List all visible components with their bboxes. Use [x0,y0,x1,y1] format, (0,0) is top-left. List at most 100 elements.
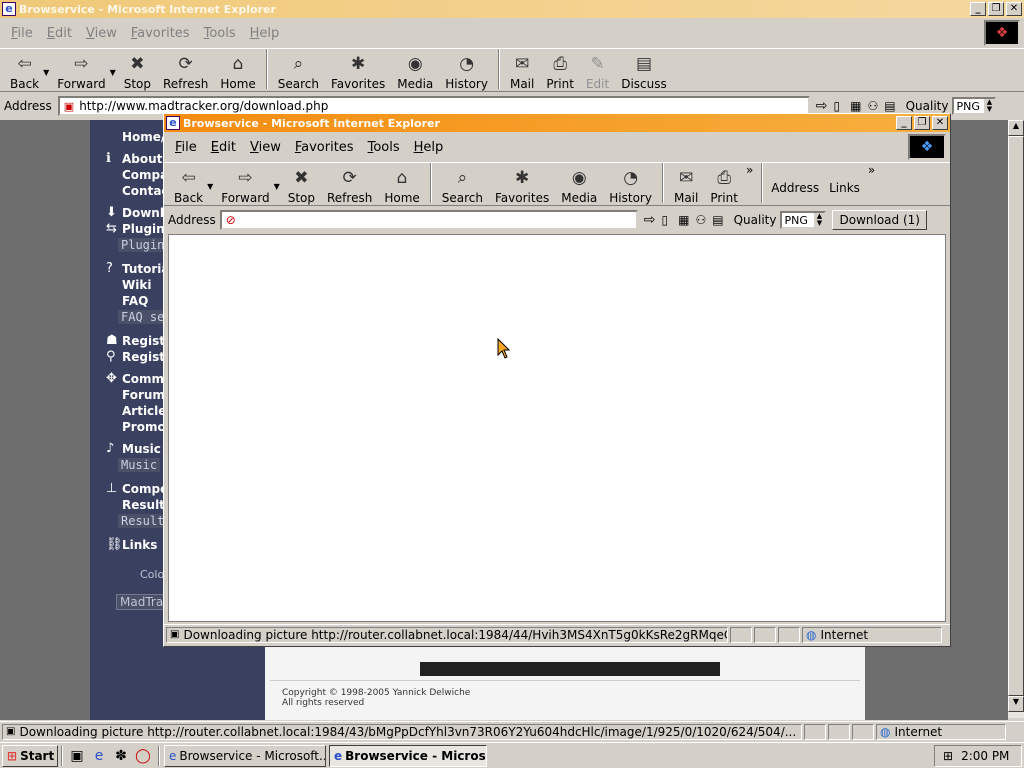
outer-titlebar[interactable]: e Browservice - Microsoft Internet Explo… [0,0,1024,18]
spin-icon[interactable]: ▲ ▼ [984,99,995,113]
history-button[interactable]: ◔ History [603,161,658,205]
menu-view[interactable]: View [243,140,288,155]
favorites-button[interactable]: ✱ Favorites [325,47,391,91]
print-button[interactable]: ⎙ Print [540,47,580,91]
links-toolbar-link[interactable]: Links [829,181,860,195]
mail-button[interactable]: ✉ Mail [668,161,704,205]
bookmark-icon[interactable]: ▯ [834,99,841,113]
sidebar-link[interactable]: Compa [122,168,168,182]
binoculars-icon[interactable]: ▦ [678,213,689,227]
mail-button[interactable]: ✉ Mail [504,47,540,91]
close-button[interactable]: ✕ [1006,2,1022,16]
media-button[interactable]: ◉ Media [391,47,439,91]
menu-edit[interactable]: Edit [204,140,243,155]
sidebar-search-field[interactable]: Result [118,514,168,528]
sidebar-link[interactable]: Music [122,442,161,456]
menu-favorites[interactable]: Favorites [124,26,197,41]
clipboard-icon[interactable]: ▤ [884,99,895,113]
forward-button[interactable]: ⇨ Forward [215,161,275,205]
menu-favorites[interactable]: Favorites [288,140,361,155]
menu-tools[interactable]: Tools [197,26,243,41]
menu-help[interactable]: Help [407,140,451,155]
refresh-button[interactable]: ⟳ Refresh [321,161,378,205]
search-button[interactable]: ⌕ Search [436,161,489,205]
discuss-button[interactable]: ▤ Discuss [615,47,673,91]
status-cell-2 [828,723,850,740]
stop-button[interactable]: ✖ Stop [282,161,321,205]
maximize-button[interactable]: ❐ [988,2,1004,16]
minimize-button[interactable]: _ [896,116,912,130]
forward-button[interactable]: ⇨ Forward [51,47,111,91]
quality-select[interactable]: PNG ▲ ▼ [952,97,997,115]
mouse-cursor [497,337,511,363]
menu-file[interactable]: File [168,140,204,155]
menu-edit[interactable]: Edit [40,26,79,41]
task-button-2[interactable]: e Browservice - Microso... [329,744,487,767]
stop-button[interactable]: ✖ Stop [118,47,157,91]
find-icon[interactable]: ⚇ [867,99,878,113]
history-button[interactable]: ◔ History [439,47,494,91]
chevron-icon[interactable]: » [868,163,875,177]
clipboard-icon[interactable]: ▤ [712,213,723,227]
minimize-button[interactable]: _ [970,2,986,16]
quality-select[interactable]: PNG ▲ ▼ [780,211,827,229]
home-button[interactable]: ⌂ Home [214,47,261,91]
close-button[interactable]: ✕ [932,116,948,130]
favorites-button[interactable]: ✱ Favorites [489,161,555,205]
scroll-down-arrow[interactable]: ▼ [1008,696,1024,712]
chevron-icon[interactable]: » [746,163,753,177]
dropdown-arrow-icon[interactable]: ▼ [274,182,280,191]
menu-file[interactable]: File [4,26,40,41]
edit-button[interactable]: ✎ Edit [580,47,615,91]
binoculars-icon[interactable]: ▦ [850,99,861,113]
sidebar-link[interactable]: Forum [122,388,165,402]
quality-value: PNG [784,213,808,227]
address-toolbar-link[interactable]: Address [771,181,819,195]
task-button-1[interactable]: e Browservice - Microsoft... [164,744,326,767]
sidebar-link[interactable]: Compo [122,482,168,496]
maximize-button[interactable]: ❐ [914,116,930,130]
search-button[interactable]: ⌕ Search [272,47,325,91]
sidebar-search-field[interactable]: FAQ se [118,310,168,324]
sidebar-link[interactable]: Links [122,538,157,552]
scroll-up-arrow[interactable]: ▲ [1008,120,1024,136]
sidebar-link[interactable]: Contac [122,184,169,198]
sidebar-link[interactable]: Wiki [122,278,151,292]
desktop-icon[interactable]: ▣ [68,747,86,765]
menu-help[interactable]: Help [243,26,287,41]
find-icon[interactable]: ⚇ [695,213,706,227]
refresh-button[interactable]: ⟳ Refresh [157,47,214,91]
dropdown-arrow-icon[interactable]: ▼ [43,68,49,77]
inner-content[interactable] [168,234,946,622]
go-arrow-icon[interactable]: ⇨ [816,98,828,114]
explorer-icon[interactable]: ✽ [112,747,130,765]
home-button[interactable]: ⌂ Home [378,161,425,205]
download-button[interactable]: Download (1) [832,210,927,230]
toolbar-label: Media [397,77,434,91]
start-button[interactable]: ⊞ Start [2,744,58,767]
menu-tools[interactable]: Tools [361,140,407,155]
inner-titlebar[interactable]: e Browservice - Microsoft Internet Explo… [164,114,950,132]
network-icon[interactable]: ⊞ [943,749,953,763]
menu-view[interactable]: View [79,26,124,41]
sidebar-bullet-icon: ♪ [106,441,115,456]
opera-icon[interactable]: ◯ [134,747,152,765]
dropdown-arrow-icon[interactable]: ▼ [110,68,116,77]
back-button[interactable]: ⇦ Back [4,47,45,91]
sidebar-search-field[interactable]: Music [118,458,161,472]
back-button[interactable]: ⇦ Back [168,161,209,205]
outer-scrollbar[interactable]: ▲ ▼ [1008,120,1024,718]
sidebar-link[interactable]: About [122,152,162,166]
media-button[interactable]: ◉ Media [555,161,603,205]
go-arrow-icon[interactable]: ⇨ [644,212,656,228]
address-input[interactable]: ⊘ [219,210,638,230]
sidebar-link[interactable]: FAQ [122,294,148,308]
spin-icon[interactable]: ▲ ▼ [814,213,825,227]
ie-icon[interactable]: e [90,747,108,765]
dropdown-arrow-icon[interactable]: ▼ [207,182,213,191]
sidebar-search-field[interactable]: Plugin [118,238,168,252]
bookmark-icon[interactable]: ▯ [662,213,669,227]
scroll-thumb[interactable] [1008,136,1024,696]
print-button[interactable]: ⎙ Print [704,161,744,205]
outer-toolbar: ⇦ Back ▼ ⇨ Forward ▼ ✖ Stop ⟳ Refresh ⌂ Home ⌕ Search… [0,48,1024,92]
